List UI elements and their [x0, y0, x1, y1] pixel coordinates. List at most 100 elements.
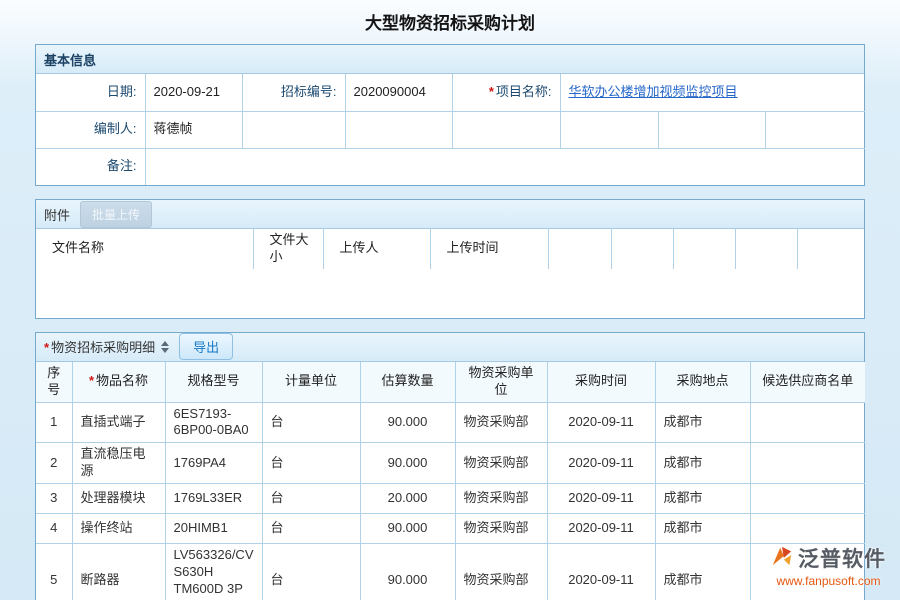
export-button[interactable]: 导出: [179, 333, 233, 360]
sort-icon[interactable]: [161, 341, 169, 353]
batch-upload-button[interactable]: 批量上传: [80, 201, 152, 228]
attachments-empty-body: [36, 269, 864, 318]
col-unit: 计量单位: [262, 362, 360, 402]
cell-candidate-suppliers: [750, 402, 865, 443]
cell-est-qty: 20.000: [360, 484, 455, 514]
table-row: 编制人: 蒋德帧: [36, 111, 865, 148]
empty-cell: [765, 111, 865, 148]
cell-purchase-unit: 物资采购部: [455, 443, 547, 484]
cell-purchase-time: 2020-09-11: [547, 402, 655, 443]
attachments-title: 附件: [44, 205, 70, 224]
cell-purchase-time: 2020-09-11: [547, 484, 655, 514]
project-label: *项目名称:: [452, 74, 560, 111]
empty-header-cell: [797, 229, 865, 269]
required-mark: *: [44, 340, 49, 355]
basic-info-title: 基本信息: [44, 50, 96, 69]
table-header-row: 序号 *物品名称 规格型号 计量单位 估算数量 物资采购单位 采购时间 采购地点…: [36, 362, 865, 402]
cell-est-qty: 90.000: [360, 443, 455, 484]
cell-spec-model: 20HIMB1: [165, 514, 262, 544]
remark-value: [145, 148, 865, 185]
cell-candidate-suppliers: [750, 514, 865, 544]
table-row: 2 直流稳压电源 1769PA4 台 90.000 物资采购部 2020-09-…: [36, 443, 865, 484]
basic-info-header: 基本信息: [36, 45, 864, 74]
empty-header-cell: [735, 229, 797, 269]
col-file-size: 文件大小: [253, 229, 323, 269]
col-spec-model: 规格型号: [165, 362, 262, 402]
cell-unit: 台: [262, 443, 360, 484]
col-upload-time: 上传时间: [430, 229, 548, 269]
preparer-label: 编制人:: [36, 111, 145, 148]
table-row: 3 处理器模块 1769L33ER 台 20.000 物资采购部 2020-09…: [36, 484, 865, 514]
cell-seq: 1: [36, 402, 72, 443]
cell-purchase-place: 成都市: [655, 514, 750, 544]
required-mark: *: [489, 84, 494, 99]
required-mark: *: [89, 373, 94, 388]
empty-header-cell: [611, 229, 673, 269]
empty-cell: [658, 111, 765, 148]
page-title: 大型物资招标采购计划: [0, 0, 900, 44]
table-row: 日期: 2020-09-21 招标编号: 2020090004 *项目名称: 华…: [36, 74, 865, 111]
table-header-row: 文件名称 文件大小 上传人 上传时间: [36, 229, 865, 269]
cell-purchase-time: 2020-09-11: [547, 443, 655, 484]
cell-item-name: 直流稳压电源: [72, 443, 165, 484]
remark-label: 备注:: [36, 148, 145, 185]
project-value-cell: 华软办公楼增加视频监控项目: [560, 74, 865, 111]
details-table: 序号 *物品名称 规格型号 计量单位 估算数量 物资采购单位 采购时间 采购地点…: [36, 362, 865, 600]
empty-header-cell: [548, 229, 611, 269]
fanpu-logo-icon: [771, 545, 793, 572]
cell-purchase-unit: 物资采购部: [455, 402, 547, 443]
details-header: *物资招标采购明细 导出: [36, 333, 864, 362]
details-section: *物资招标采购明细 导出 序号 *物品名称 规格型号 计量单位 估算数量 物资采…: [35, 332, 865, 600]
table-row: 5 断路器 LV563326/CVS630H TM600D 3P 3D 台 90…: [36, 544, 865, 600]
bid-no-label: 招标编号:: [242, 74, 345, 111]
col-file-name: 文件名称: [36, 229, 253, 269]
cell-unit: 台: [262, 484, 360, 514]
cell-purchase-place: 成都市: [655, 544, 750, 600]
cell-est-qty: 90.000: [360, 402, 455, 443]
cell-est-qty: 90.000: [360, 514, 455, 544]
cell-est-qty: 90.000: [360, 544, 455, 600]
cell-seq: 2: [36, 443, 72, 484]
empty-cell: [242, 111, 345, 148]
cell-unit: 台: [262, 514, 360, 544]
col-candidate-suppliers: 候选供应商名单: [750, 362, 865, 402]
col-purchase-place: 采购地点: [655, 362, 750, 402]
cell-purchase-time: 2020-09-11: [547, 544, 655, 600]
empty-cell: [345, 111, 452, 148]
empty-cell: [452, 111, 560, 148]
cell-unit: 台: [262, 544, 360, 600]
date-label: 日期:: [36, 74, 145, 111]
cell-purchase-place: 成都市: [655, 402, 750, 443]
cell-candidate-suppliers: [750, 443, 865, 484]
cell-purchase-unit: 物资采购部: [455, 514, 547, 544]
cell-purchase-place: 成都市: [655, 484, 750, 514]
cell-item-name: 直插式端子: [72, 402, 165, 443]
attachments-header: 附件 批量上传: [36, 200, 864, 229]
cell-purchase-place: 成都市: [655, 443, 750, 484]
cell-candidate-suppliers: [750, 484, 865, 514]
cell-item-name: 操作终站: [72, 514, 165, 544]
table-row: 4 操作终站 20HIMB1 台 90.000 物资采购部 2020-09-11…: [36, 514, 865, 544]
cell-spec-model: 1769L33ER: [165, 484, 262, 514]
cell-unit: 台: [262, 402, 360, 443]
cell-purchase-unit: 物资采购部: [455, 484, 547, 514]
col-seq: 序号: [36, 362, 72, 402]
details-title: *物资招标采购明细: [44, 337, 155, 356]
col-est-qty: 估算数量: [360, 362, 455, 402]
cell-seq: 5: [36, 544, 72, 600]
basic-info-section: 基本信息 日期: 2020-09-21 招标编号: 2020090004 *项目…: [35, 44, 865, 186]
col-uploader: 上传人: [323, 229, 430, 269]
date-value: 2020-09-21: [145, 74, 242, 111]
col-purchase-time: 采购时间: [547, 362, 655, 402]
cell-purchase-unit: 物资采购部: [455, 544, 547, 600]
table-row: 1 直插式端子 6ES7193-6BP00-0BA0 台 90.000 物资采购…: [36, 402, 865, 443]
preparer-value: 蒋德帧: [145, 111, 242, 148]
project-link[interactable]: 华软办公楼增加视频监控项目: [569, 84, 738, 99]
cell-spec-model: 6ES7193-6BP00-0BA0: [165, 402, 262, 443]
page: 大型物资招标采购计划 基本信息 日期: 2020-09-21 招标编号: 202…: [0, 0, 900, 600]
empty-header-cell: [673, 229, 735, 269]
attachments-table: 文件名称 文件大小 上传人 上传时间: [36, 229, 865, 269]
attachments-section: 附件 批量上传 文件名称 文件大小 上传人 上传时间: [35, 199, 865, 319]
basic-info-table: 日期: 2020-09-21 招标编号: 2020090004 *项目名称: 华…: [36, 74, 865, 185]
cell-spec-model: LV563326/CVS630H TM600D 3P 3D: [165, 544, 262, 600]
